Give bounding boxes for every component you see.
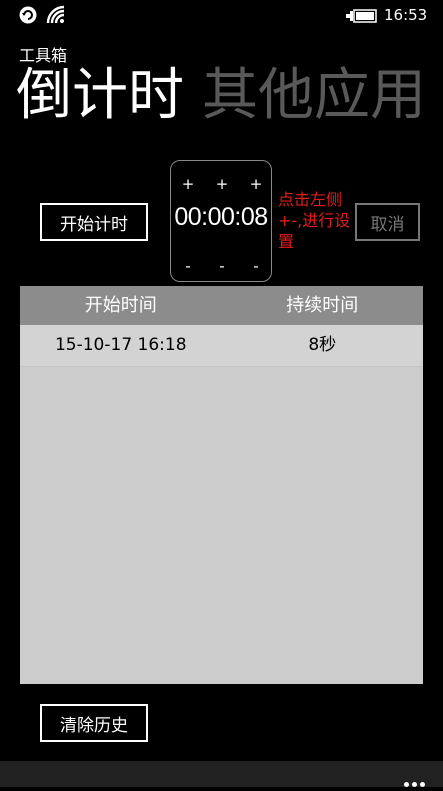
sync-icon bbox=[19, 6, 37, 24]
hours-plus-button[interactable]: + bbox=[178, 175, 198, 193]
seconds-minus-button[interactable]: - bbox=[246, 257, 266, 275]
status-bar: 16:53 bbox=[0, 0, 443, 32]
start-timer-button[interactable]: 开始计时 bbox=[40, 203, 148, 241]
column-header-start-time: 开始时间 bbox=[84, 295, 157, 316]
timer-box: + + + 00:00:08 - - - bbox=[170, 160, 272, 282]
cell-duration: 8秒 bbox=[308, 335, 337, 355]
seconds-plus-button[interactable]: + bbox=[246, 175, 266, 193]
wifi-icon bbox=[46, 5, 65, 24]
app-bar bbox=[0, 761, 443, 787]
pivot-item-other-apps[interactable]: 其他应用 bbox=[202, 64, 426, 128]
history-table: 开始时间 持续时间 15-10-17 16:18 8秒 bbox=[20, 286, 423, 684]
app-title: 工具箱 bbox=[19, 46, 68, 65]
status-time: 16:53 bbox=[384, 6, 428, 24]
timer-hint: 点击左侧+-,进行设置 bbox=[278, 190, 351, 251]
more-icon[interactable] bbox=[401, 772, 425, 791]
hours-minus-button[interactable]: - bbox=[178, 257, 198, 275]
minutes-minus-button[interactable]: - bbox=[212, 257, 232, 275]
battery-icon bbox=[346, 9, 377, 23]
timer-value: 00:00:08 bbox=[174, 203, 268, 231]
pivot-header: 倒计时 其他应用 bbox=[16, 64, 443, 128]
minutes-plus-button[interactable]: + bbox=[212, 175, 232, 193]
column-header-duration: 持续时间 bbox=[286, 295, 359, 316]
clear-history-button[interactable]: 清除历史 bbox=[40, 704, 148, 742]
cell-start-time: 15-10-17 16:18 bbox=[54, 335, 187, 355]
cancel-button[interactable]: 取消 bbox=[355, 203, 420, 241]
table-row[interactable]: 15-10-17 16:18 8秒 bbox=[20, 325, 423, 367]
history-header: 开始时间 持续时间 bbox=[20, 286, 423, 325]
pivot-item-countdown[interactable]: 倒计时 bbox=[16, 64, 184, 128]
